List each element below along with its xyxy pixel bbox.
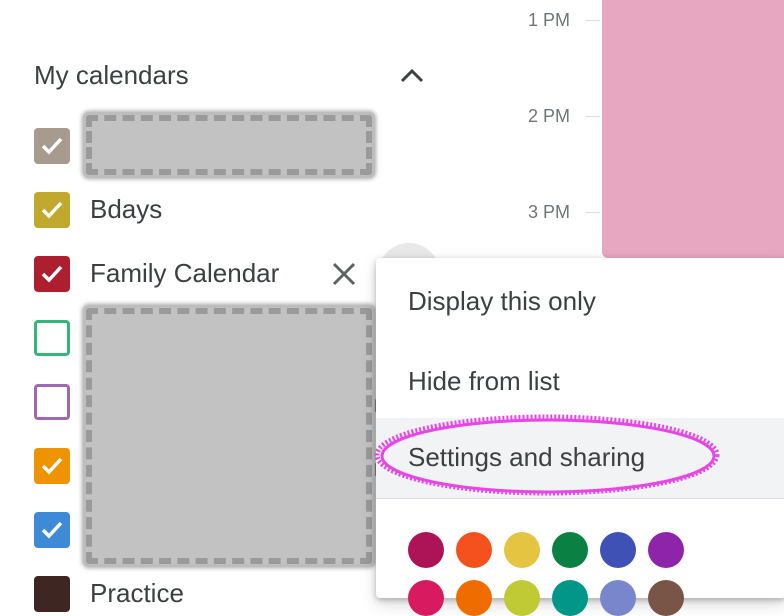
redacted-calendar-name (86, 115, 372, 175)
menu-item-display-this-only[interactable]: Display this only (376, 264, 784, 336)
calendar-checkbox[interactable] (34, 512, 70, 548)
checkmark-icon (41, 265, 63, 283)
calendar-options-menu: Display this only Hide from list Setting… (376, 258, 784, 616)
time-tick (586, 20, 600, 21)
color-swatch[interactable] (648, 532, 684, 568)
color-swatch[interactable] (552, 580, 588, 616)
color-swatch[interactable] (504, 580, 540, 616)
checkmark-icon (41, 201, 63, 219)
checkmark-icon (41, 137, 63, 155)
color-swatch[interactable] (648, 580, 684, 616)
color-swatch[interactable] (456, 580, 492, 616)
color-swatch[interactable] (600, 580, 636, 616)
calendar-checkbox[interactable] (34, 128, 70, 164)
calendar-label: Family Calendar (90, 258, 280, 288)
time-tick (586, 212, 600, 213)
calendar-checkbox[interactable] (34, 256, 70, 292)
time-label-1pm: 1 PM (527, 10, 570, 30)
calendar-label: Bdays (90, 194, 163, 224)
calendar-checkbox[interactable] (34, 320, 70, 356)
color-swatch[interactable] (408, 580, 444, 616)
menu-item-hide-from-list[interactable]: Hide from list (376, 344, 784, 416)
time-label-3pm: 3 PM (527, 202, 570, 222)
checkmark-icon (41, 457, 63, 475)
menu-divider (376, 498, 784, 499)
menu-item-settings-and-sharing[interactable]: Settings and sharing (376, 418, 784, 498)
color-swatch[interactable] (408, 532, 444, 568)
redacted-calendar-names (86, 308, 372, 564)
checkmark-icon (41, 521, 63, 539)
chevron-up-icon[interactable] (398, 64, 426, 88)
close-icon[interactable] (328, 258, 360, 290)
calendar-checkbox[interactable] (34, 448, 70, 484)
color-swatch[interactable] (504, 532, 540, 568)
calendar-checkbox[interactable] (34, 576, 70, 612)
color-swatch[interactable] (456, 532, 492, 568)
color-swatch[interactable] (600, 532, 636, 568)
calendar-event-block[interactable] (602, 0, 784, 258)
color-swatch[interactable] (552, 532, 588, 568)
my-calendars-heading[interactable]: My calendars (34, 60, 189, 91)
time-label-2pm: 2 PM (527, 106, 570, 126)
calendar-checkbox[interactable] (34, 384, 70, 420)
calendar-checkbox[interactable] (34, 192, 70, 228)
calendar-label: Practice (90, 578, 184, 608)
time-tick (586, 116, 600, 117)
